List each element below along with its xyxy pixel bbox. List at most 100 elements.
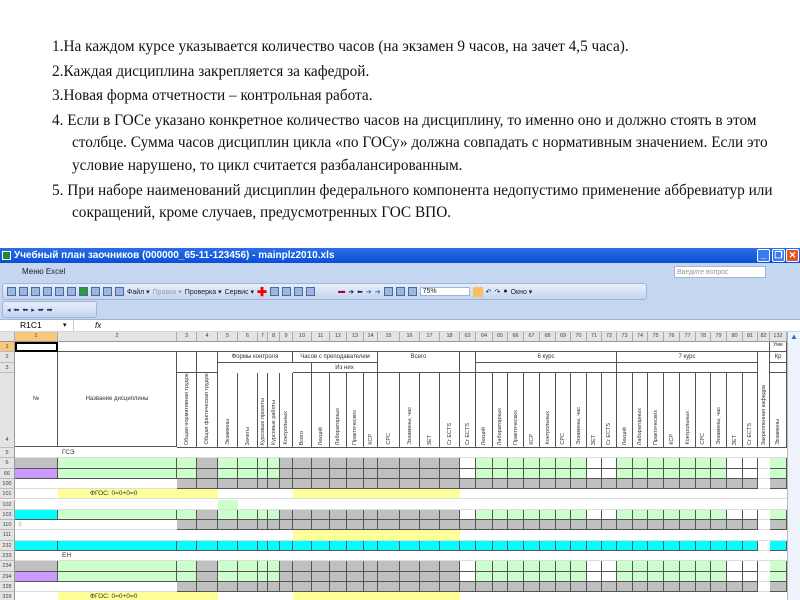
cell[interactable] — [378, 520, 400, 531]
cell[interactable] — [280, 499, 293, 510]
cell[interactable] — [696, 468, 711, 479]
cell[interactable] — [197, 530, 218, 541]
cell[interactable] — [440, 551, 460, 562]
cell[interactable] — [268, 478, 280, 490]
cell[interactable] — [633, 448, 648, 459]
ask-question-input[interactable]: Введите вопрос — [674, 266, 766, 278]
cell[interactable] — [460, 499, 476, 510]
cell[interactable] — [312, 592, 330, 600]
cell[interactable] — [460, 530, 476, 541]
cell[interactable] — [330, 509, 347, 521]
cell[interactable] — [258, 509, 268, 521]
cell[interactable] — [556, 509, 571, 521]
cell[interactable] — [743, 551, 758, 562]
cell[interactable] — [440, 489, 460, 500]
cell[interactable] — [238, 489, 258, 500]
cell[interactable] — [664, 478, 680, 490]
cell[interactable] — [218, 561, 238, 572]
cell[interactable] — [770, 571, 787, 582]
cell[interactable] — [758, 458, 770, 469]
cell[interactable] — [258, 499, 268, 510]
cell[interactable] — [711, 571, 727, 582]
cell[interactable] — [770, 551, 787, 562]
cell[interactable] — [524, 458, 540, 469]
row-header-233[interactable]: 233 — [0, 551, 15, 562]
cell[interactable] — [540, 540, 556, 551]
cell[interactable] — [258, 458, 268, 469]
cell[interactable] — [556, 551, 571, 562]
close-button[interactable]: ✕ — [786, 249, 799, 262]
cell[interactable] — [293, 489, 312, 500]
cell[interactable] — [330, 592, 347, 600]
cell[interactable] — [493, 571, 508, 582]
column-header-67[interactable]: 67 — [524, 332, 540, 342]
cell[interactable] — [587, 581, 602, 593]
cell[interactable] — [330, 540, 347, 551]
cell[interactable] — [540, 509, 556, 521]
cell[interactable] — [460, 592, 476, 600]
cell[interactable] — [508, 551, 524, 562]
cell[interactable] — [177, 540, 197, 551]
cell[interactable] — [770, 458, 787, 469]
cell[interactable] — [15, 499, 58, 510]
cell[interactable] — [293, 581, 312, 593]
cell[interactable] — [540, 530, 556, 541]
cell[interactable] — [280, 458, 293, 469]
cell[interactable] — [602, 551, 617, 562]
cell[interactable] — [400, 592, 420, 600]
cell[interactable] — [330, 448, 347, 459]
row-header-2[interactable]: 2 — [0, 352, 15, 363]
cell[interactable] — [711, 561, 727, 572]
cell[interactable] — [602, 509, 617, 521]
cell[interactable] — [524, 509, 540, 521]
column-header-7[interactable]: 7 — [258, 332, 268, 342]
cell[interactable] — [218, 478, 238, 490]
cell[interactable] — [664, 581, 680, 593]
column-header-77[interactable]: 77 — [680, 332, 696, 342]
cell[interactable] — [420, 561, 440, 572]
cell[interactable] — [602, 499, 617, 510]
help-icon[interactable]: ● — [503, 288, 507, 295]
cell[interactable] — [177, 468, 197, 479]
cell[interactable] — [420, 448, 440, 459]
cell[interactable] — [58, 530, 177, 541]
cell[interactable] — [587, 489, 602, 500]
cell[interactable] — [280, 448, 293, 459]
cell[interactable] — [680, 448, 696, 459]
minimize-button[interactable]: _ — [757, 249, 770, 262]
cell[interactable] — [556, 448, 571, 459]
cell[interactable] — [460, 478, 476, 490]
cell[interactable] — [238, 551, 258, 562]
cell[interactable] — [680, 509, 696, 521]
cell[interactable] — [602, 448, 617, 459]
cell[interactable] — [493, 489, 508, 500]
cell[interactable] — [524, 478, 540, 490]
row-header-6[interactable]: 6 — [0, 458, 15, 469]
cell[interactable] — [556, 478, 571, 490]
cell[interactable] — [743, 499, 758, 510]
cell[interactable] — [476, 448, 493, 459]
spreadsheet-grid[interactable]: 1 2 3 4 5 6 7 8 9 10 11 12 13 14 15 16 17 18 63 64 65 66 67 68 6… — [0, 332, 787, 600]
column-header-9[interactable]: 9 — [280, 332, 293, 342]
cell[interactable] — [540, 551, 556, 562]
cell[interactable] — [378, 530, 400, 541]
cell[interactable] — [602, 592, 617, 600]
cell[interactable] — [758, 530, 770, 541]
cell[interactable] — [177, 561, 197, 572]
row-header-100[interactable]: 100 — [0, 478, 15, 490]
cell[interactable] — [177, 478, 197, 490]
sheet-icon[interactable] — [79, 287, 88, 296]
cell[interactable] — [571, 499, 587, 510]
column-header-15[interactable]: 15 — [378, 332, 400, 342]
cell[interactable] — [15, 571, 58, 582]
cell[interactable] — [177, 581, 197, 593]
cell[interactable] — [312, 468, 330, 479]
cell[interactable] — [758, 561, 770, 572]
column-header-70[interactable]: 70 — [571, 332, 587, 342]
column-header-5[interactable]: 5 — [218, 332, 238, 342]
cell[interactable] — [633, 540, 648, 551]
column-header-3[interactable]: 3 — [177, 332, 197, 342]
cell[interactable] — [420, 530, 440, 541]
cell[interactable] — [633, 581, 648, 593]
cell[interactable] — [347, 571, 364, 582]
